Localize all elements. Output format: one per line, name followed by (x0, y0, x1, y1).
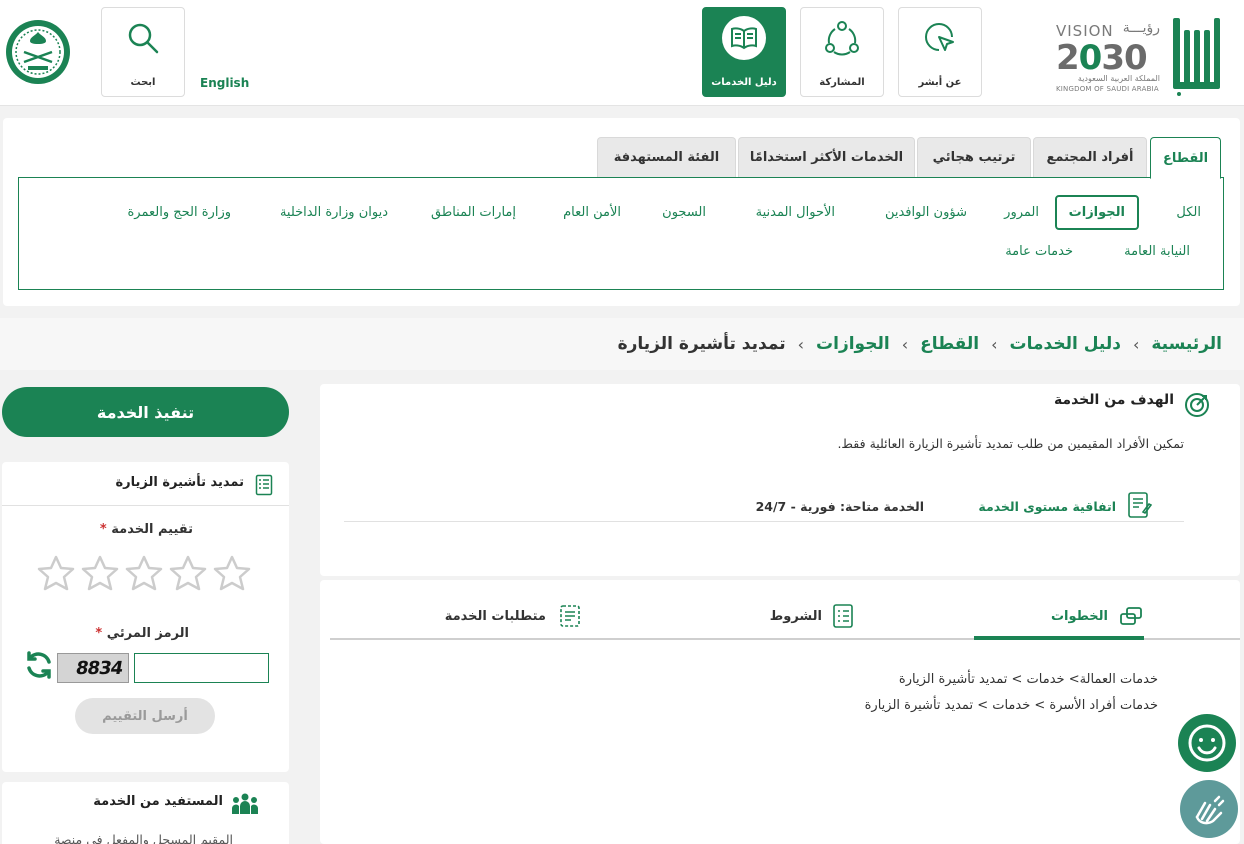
category-civil-affairs[interactable]: الأحوال المدنية (756, 205, 835, 220)
tab-most-used[interactable]: الخدمات الأكثر استخدامًا (738, 137, 915, 177)
nav-about[interactable]: عن أبشر (898, 7, 982, 97)
nav-services-guide[interactable]: دليل الخدمات (702, 7, 786, 97)
execute-service-button[interactable]: تنفيذ الخدمة (2, 387, 289, 437)
open-book-icon (731, 27, 757, 50)
ministry-emblem[interactable] (4, 18, 72, 86)
target-icon (1185, 393, 1209, 417)
category-general-services[interactable]: خدمات عامة (1005, 244, 1073, 259)
step-item: خدمات العمالة> خدمات > تمديد تأشيرة الزي… (898, 672, 1158, 687)
nav-about-label: عن أبشر (918, 77, 962, 88)
agreement-document-icon (1128, 492, 1152, 518)
sector-categories: الكل الجوازات المرور شؤون الوافدين الأحو… (18, 177, 1224, 290)
vision-kingdom-ar: المملكة العربية السعودية (1077, 74, 1160, 83)
people-group-icon (232, 793, 258, 814)
chevron-left-icon: › (797, 334, 805, 354)
tab-alphabetical[interactable]: ترتيب هجائي (917, 137, 1031, 177)
nav-participation[interactable]: المشاركة (800, 7, 884, 97)
star-icon[interactable] (80, 554, 120, 594)
tab-target-group[interactable]: الفئة المستهدفة (597, 137, 736, 177)
tab-requirements-label: متطلبات الخدمة (444, 608, 546, 624)
category-public-security[interactable]: الأمن العام (563, 205, 621, 220)
send-rating-button[interactable]: أرسل التقييم (75, 698, 215, 734)
category-passports[interactable]: الجوازات (1054, 195, 1139, 230)
service-details-card: الخطوات الشروط متطلبات الخدمة خدمات العم… (320, 580, 1240, 844)
chat-smile-icon (1188, 724, 1226, 762)
absher-logo[interactable] (1170, 16, 1222, 96)
checklist-icon (833, 604, 853, 628)
chevron-left-icon: › (901, 334, 909, 354)
tab-sector[interactable]: القطاع (1150, 137, 1221, 179)
captcha-label: الرمز المرئي * (95, 626, 189, 641)
category-prisons[interactable]: السجون (662, 205, 706, 220)
breadcrumb-home[interactable]: الرئيسية (1151, 334, 1222, 354)
share-network-icon (825, 21, 859, 56)
steps-icon (1120, 607, 1142, 625)
rating-card-title: تمديد تأشيرة الزيارة (115, 475, 244, 490)
breadcrumb-services-guide[interactable]: دليل الخدمات (1010, 334, 1121, 354)
chat-assistant-button[interactable] (1178, 714, 1236, 772)
category-traffic[interactable]: المرور (1004, 205, 1039, 220)
vision-2030-logo: VISION رؤيـــة 2030 المملكة العربية السع… (1050, 18, 1164, 96)
tab-steps[interactable]: الخطوات (1051, 594, 1144, 638)
star-icon[interactable] (212, 554, 252, 594)
star-icon[interactable] (36, 554, 76, 594)
nav-services-guide-label: دليل الخدمات (711, 77, 777, 88)
captcha-input[interactable] (134, 653, 269, 683)
breadcrumb: الرئيسية › دليل الخدمات › القطاع › الجوا… (0, 318, 1244, 370)
rating-label: تقييم الخدمة * (99, 522, 193, 537)
star-rating (36, 554, 252, 594)
active-tab-indicator (974, 636, 1144, 640)
search-button[interactable]: ابحث (101, 7, 185, 97)
tab-steps-label: الخطوات (1050, 608, 1108, 624)
captcha-text: 8834 (74, 658, 124, 679)
breadcrumb-passports[interactable]: الجوازات (816, 334, 890, 354)
category-interior-ministry[interactable]: ديوان وزارة الداخلية (280, 205, 388, 220)
breadcrumb-sector[interactable]: القطاع (920, 334, 979, 354)
nav-participation-label: المشاركة (819, 77, 865, 88)
tab-requirements[interactable]: متطلبات الخدمة (445, 594, 584, 638)
category-expat-affairs[interactable]: شؤون الوافدين (885, 205, 967, 220)
search-label: ابحث (130, 77, 156, 88)
star-icon[interactable] (168, 554, 208, 594)
service-availability: الخدمة متاحة: فورية - 24/7 (755, 499, 924, 514)
tab-conditions-label: الشروط (769, 608, 822, 624)
vision-ar: رؤيـــة (1122, 20, 1160, 36)
document-list-icon (255, 474, 273, 496)
sign-language-button[interactable] (1180, 780, 1238, 838)
rating-card: تمديد تأشيرة الزيارة تقييم الخدمة * الرم… (2, 462, 289, 772)
cursor-click-icon (925, 23, 954, 51)
step-item: خدمات أفراد الأسرة > خدمات > تمديد تأشير… (864, 698, 1158, 713)
requirements-icon (560, 605, 580, 627)
divider (344, 521, 1184, 522)
tab-society[interactable]: أفراد المجتمع (1033, 137, 1147, 177)
category-emirates[interactable]: إمارات المناطق (431, 205, 516, 220)
category-all[interactable]: الكل (1176, 205, 1201, 220)
sla-link[interactable]: اتفاقية مستوى الخدمة (978, 499, 1116, 514)
captcha-image: 8834 (57, 653, 129, 683)
sector-panel: القطاع أفراد المجتمع ترتيب هجائي الخدمات… (3, 118, 1240, 306)
sign-language-hands-icon (1195, 795, 1225, 825)
tab-conditions[interactable]: الشروط (770, 594, 854, 638)
required-mark: * (99, 522, 107, 537)
refresh-icon[interactable] (24, 650, 54, 680)
chevron-left-icon: › (991, 334, 998, 354)
star-icon[interactable] (124, 554, 164, 594)
required-mark: * (95, 626, 103, 641)
beneficiary-card: المستفيد من الخدمة المقيم المسجل والمفعل… (2, 782, 289, 844)
vision-year: 2030 (1056, 38, 1148, 78)
header: VISION رؤيـــة 2030 المملكة العربية السع… (0, 0, 1244, 106)
service-goal-card: الهدف من الخدمة تمكين الأفراد المقيمين م… (320, 384, 1240, 576)
beneficiary-text: المقيم المسجل والمفعل في منصة (54, 832, 233, 844)
language-switch[interactable]: English (200, 76, 249, 90)
search-icon (128, 23, 159, 54)
beneficiary-title: المستفيد من الخدمة (93, 794, 223, 809)
vision-kingdom-en: KINGDOM OF SAUDI ARABIA (1056, 85, 1159, 93)
breadcrumb-current: تمديد تأشيرة الزيارة (617, 334, 786, 354)
category-hajj-umrah[interactable]: وزارة الحج والعمرة (128, 205, 232, 220)
goal-title: الهدف من الخدمة (1053, 392, 1174, 408)
chevron-left-icon: › (1132, 334, 1140, 354)
category-public-prosecution[interactable]: النيابة العامة (1124, 244, 1190, 259)
goal-text: تمكين الأفراد المقيمين من طلب تمديد تأشي… (837, 436, 1184, 451)
rating-card-header: تمديد تأشيرة الزيارة (2, 462, 289, 506)
